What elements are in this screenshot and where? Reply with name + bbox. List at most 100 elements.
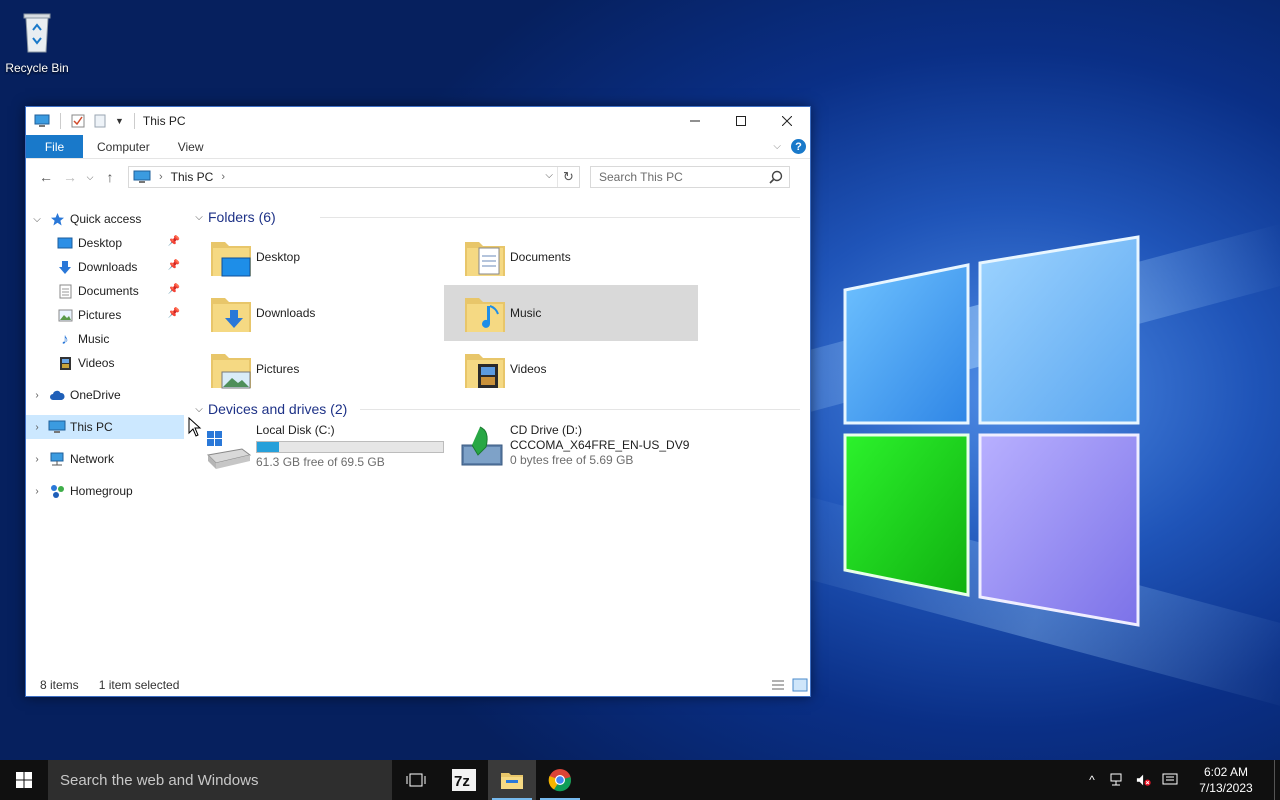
expand-ribbon-chevron-icon[interactable]: ⌵ bbox=[773, 141, 781, 152]
tree-item-music[interactable]: ♪ Music bbox=[26, 327, 184, 351]
tree-item-desktop[interactable]: Desktop 📌 bbox=[26, 231, 184, 255]
drive-tile-local-disk-c[interactable]: Local Disk (C:) 61.3 GB free of 69.5 GB bbox=[190, 423, 444, 473]
close-button[interactable] bbox=[764, 107, 810, 135]
details-view-icon[interactable] bbox=[770, 678, 786, 692]
group-header-folders[interactable]: ⌵ Folders (6) bbox=[190, 207, 806, 227]
folder-tile-documents[interactable]: Documents bbox=[444, 229, 698, 285]
minimize-button[interactable] bbox=[672, 107, 718, 135]
folder-label: Pictures bbox=[256, 362, 300, 376]
back-button[interactable]: ← bbox=[34, 165, 58, 189]
navigation-pane: ⌵ Quick access Desktop 📌 Downloads 📌 Doc… bbox=[26, 207, 184, 677]
drive-tile-cd-drive-d[interactable]: CD Drive (D:) CCCOMA_X64FRE_EN-US_DV9 0 … bbox=[444, 423, 744, 473]
show-desktop-button[interactable] bbox=[1274, 760, 1280, 800]
folder-tile-desktop[interactable]: Desktop bbox=[190, 229, 444, 285]
drive-name: Local Disk (C:) bbox=[256, 423, 335, 437]
breadcrumb-this-pc[interactable]: This PC bbox=[171, 170, 214, 184]
clock-time: 6:02 AM bbox=[1203, 765, 1249, 779]
tree-item-homegroup[interactable]: › Homegroup bbox=[26, 479, 184, 503]
refresh-button[interactable]: ↻ bbox=[557, 167, 579, 187]
pictures-folder-icon bbox=[211, 354, 251, 389]
taskbar-app-file-explorer[interactable] bbox=[488, 760, 536, 800]
up-button[interactable]: ↑ bbox=[98, 165, 122, 189]
group-header-devices[interactable]: ⌵ Devices and drives (2) bbox=[190, 399, 806, 419]
windows-start-icon bbox=[16, 772, 32, 788]
folder-tile-videos[interactable]: Videos bbox=[444, 341, 698, 397]
download-arrow-icon bbox=[59, 260, 71, 274]
tab-computer[interactable]: Computer bbox=[83, 135, 164, 158]
star-icon bbox=[50, 212, 64, 225]
collapsed-chevron-icon[interactable]: › bbox=[26, 486, 48, 497]
title-bar[interactable]: ▼ This PC bbox=[26, 107, 810, 135]
volume-muted-icon[interactable] bbox=[1136, 772, 1152, 788]
desktop-icon-recycle-bin[interactable]: Recycle Bin bbox=[0, 8, 74, 75]
breadcrumb-separator-icon[interactable]: › bbox=[221, 171, 225, 183]
tab-file[interactable]: File bbox=[26, 135, 83, 158]
tree-item-downloads[interactable]: Downloads 📌 bbox=[26, 255, 184, 279]
folder-label: Videos bbox=[510, 362, 547, 376]
new-folder-icon[interactable] bbox=[93, 114, 107, 128]
maximize-button[interactable] bbox=[718, 107, 764, 135]
file-explorer-window[interactable]: ▼ This PC File Computer View ⌵ ? ← → ⌵ ↑… bbox=[25, 106, 811, 697]
tree-item-network[interactable]: › Network bbox=[26, 447, 184, 471]
recent-locations-button[interactable]: ⌵ bbox=[82, 165, 98, 189]
quick-access-toolbar-dropdown-icon[interactable]: ▼ bbox=[115, 116, 124, 126]
search-input[interactable] bbox=[599, 170, 759, 184]
tree-item-videos[interactable]: Videos bbox=[26, 351, 184, 375]
show-hidden-icons-chevron-icon[interactable]: ^ bbox=[1084, 772, 1100, 788]
address-dropdown-icon[interactable]: ⌵ bbox=[545, 170, 553, 181]
tab-view[interactable]: View bbox=[164, 135, 218, 158]
collapse-group-chevron-icon[interactable]: ⌵ bbox=[190, 404, 208, 415]
breadcrumb-separator-icon[interactable]: › bbox=[159, 171, 163, 183]
folder-tile-music[interactable]: Music bbox=[444, 285, 698, 341]
action-center-icon[interactable] bbox=[1162, 772, 1178, 788]
music-note-icon: ♪ bbox=[61, 330, 69, 348]
folder-tile-pictures[interactable]: Pictures bbox=[190, 341, 444, 397]
taskbar-search-box[interactable] bbox=[48, 760, 392, 800]
collapsed-chevron-icon[interactable]: › bbox=[26, 422, 48, 433]
taskbar-app-chrome[interactable] bbox=[536, 760, 584, 800]
music-folder-icon bbox=[465, 298, 505, 332]
collapse-group-chevron-icon[interactable]: ⌵ bbox=[190, 212, 208, 223]
taskbar-clock[interactable]: 6:02 AM 7/13/2023 bbox=[1188, 764, 1264, 796]
large-icons-view-icon[interactable] bbox=[792, 678, 808, 692]
tree-item-quick-access[interactable]: ⌵ Quick access bbox=[26, 207, 184, 231]
tree-item-label: Homegroup bbox=[70, 484, 133, 498]
properties-icon[interactable] bbox=[71, 114, 85, 128]
group-header-label: Devices and drives (2) bbox=[208, 401, 348, 417]
refresh-icon: ↻ bbox=[563, 169, 574, 184]
this-pc-icon[interactable] bbox=[34, 114, 50, 128]
drive-usage-fill bbox=[257, 442, 279, 452]
taskbar-app-7zip[interactable]: 7z bbox=[440, 760, 488, 800]
address-bar[interactable]: › This PC › ⌵ ↻ bbox=[128, 166, 580, 188]
tree-item-label: Downloads bbox=[78, 260, 138, 274]
network-icon bbox=[50, 452, 64, 466]
tree-item-pictures[interactable]: Pictures 📌 bbox=[26, 303, 184, 327]
network-status-icon[interactable] bbox=[1110, 772, 1126, 788]
folder-tile-downloads[interactable]: Downloads bbox=[190, 285, 444, 341]
help-icon[interactable]: ? bbox=[791, 139, 806, 154]
group-header-label: Folders (6) bbox=[208, 209, 276, 225]
taskbar: 7z ^ 6:02 AM 7/13/2023 bbox=[0, 760, 1280, 800]
taskbar-search-input[interactable] bbox=[60, 771, 380, 789]
collapsed-chevron-icon[interactable]: › bbox=[26, 454, 48, 465]
start-button[interactable] bbox=[0, 760, 48, 800]
tree-item-this-pc[interactable]: › This PC bbox=[26, 415, 184, 439]
videos-folder-icon bbox=[465, 354, 505, 388]
arrow-up-icon: ↑ bbox=[106, 169, 114, 185]
ribbon: File Computer View ⌵ ? bbox=[26, 135, 810, 159]
collapsed-chevron-icon[interactable]: › bbox=[26, 390, 48, 401]
arrow-right-icon: → bbox=[63, 169, 77, 185]
pin-icon: 📌 bbox=[167, 260, 180, 271]
forward-button[interactable]: → bbox=[58, 165, 82, 189]
search-box[interactable] bbox=[590, 166, 790, 188]
expanded-chevron-icon[interactable]: ⌵ bbox=[26, 214, 48, 225]
search-icon[interactable] bbox=[769, 170, 783, 184]
film-icon bbox=[59, 356, 71, 370]
tree-item-onedrive[interactable]: › OneDrive bbox=[26, 383, 184, 407]
document-icon bbox=[59, 284, 71, 298]
picture-icon bbox=[58, 309, 72, 321]
tree-item-documents[interactable]: Documents 📌 bbox=[26, 279, 184, 303]
tree-item-label: Quick access bbox=[70, 212, 142, 226]
task-view-button[interactable] bbox=[392, 760, 440, 800]
pin-icon: 📌 bbox=[167, 284, 180, 295]
